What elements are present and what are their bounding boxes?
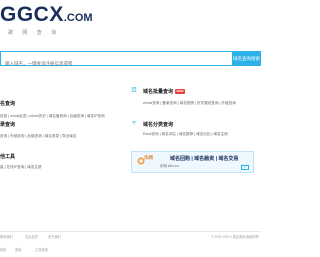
document-icon (131, 87, 137, 92)
section-links-tools[interactable]: Rank查询 | 域名评估 | 域名推荐 | 域名对比 | 域名注册 (143, 132, 228, 137)
section-title-tools[interactable]: 域名分类查询 (143, 121, 173, 128)
footer-link-contact[interactable]: 联系我们 (0, 234, 13, 239)
wifi-icon (131, 120, 137, 125)
logo-tld: .COM (63, 12, 93, 24)
footer-divider (0, 231, 261, 232)
search-box (0, 51, 232, 70)
footer-link-about[interactable]: 关于我们 (48, 234, 61, 239)
footer-link-feedback[interactable]: 意见反馈 (25, 234, 38, 239)
footer-nav-query[interactable]: 查询 (15, 247, 21, 252)
section-title-bulk[interactable]: 域名批量查询 NEW (143, 88, 186, 95)
section-title-whois[interactable]: 名查询 (0, 100, 15, 107)
section-title-other[interactable]: 他工具 (0, 153, 15, 160)
footer-nav-home[interactable]: 首页 (0, 247, 6, 252)
section-links-other[interactable]: 量 | 在线IP查询 | 域名注册 (0, 165, 42, 170)
new-badge: NEW (175, 89, 186, 95)
section-links-bulk[interactable]: whois查询 | 备案查询 | 域名快照 | 历史建站查询 | 外链查询 (143, 101, 236, 106)
promo-close-button[interactable]: × (241, 165, 249, 170)
site-logo[interactable]: GGCX.COM (0, 4, 93, 29)
section-title-seo[interactable]: 录查询 (0, 121, 15, 128)
section-links-seo[interactable]: 查询 | 外链查询 | 反链查询 | 域名收录 | 导出域名 (0, 134, 76, 139)
promo-subtext: 乐网 Ahz.cn (160, 164, 179, 168)
footer-copyright: © 2024 GGCX 域名查询 版权所有 (211, 235, 259, 239)
search-button[interactable]: 域名查询搜索 (232, 51, 261, 66)
promo-headline: 域名回购 | 域名融资 | 域名交易 (170, 156, 239, 162)
promo-banner[interactable]: 乐网 域名回购 | 域名融资 | 域名交易 乐网 Ahz.cn × (131, 151, 254, 173)
footer-nav-tools[interactable]: 工具查询 (35, 247, 48, 252)
section-links-whois[interactable]: 信息 | whois反查 | whois历史 | 域名值查询 | 后缀查询 | … (0, 114, 105, 119)
logo-main: GGCX (0, 3, 64, 26)
section-title-bulk-label: 域名批量查询 (143, 89, 174, 95)
logo-subtitle: 歌 网 查 询 (8, 30, 61, 36)
search-input[interactable] (1, 57, 232, 70)
promo-logo-text: 乐网 (144, 155, 153, 160)
